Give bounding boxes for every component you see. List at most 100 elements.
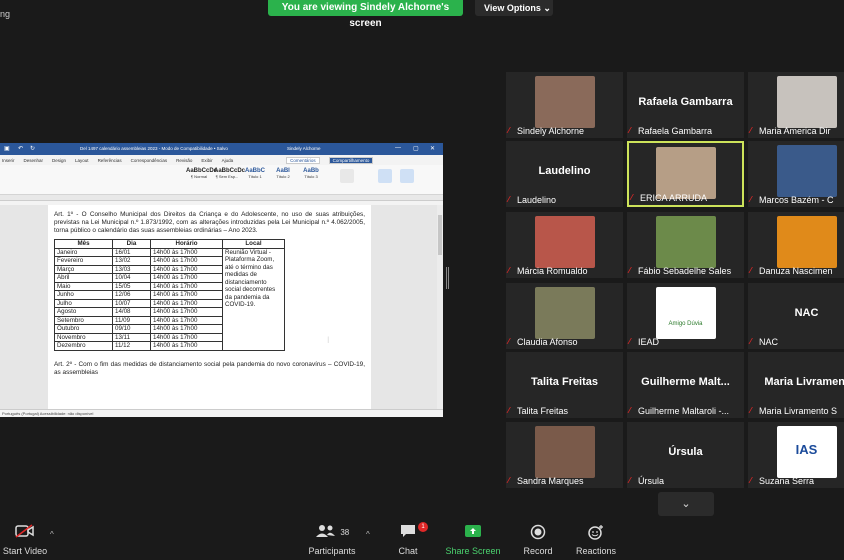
table-cell: 14h00 às 17h00	[150, 324, 223, 334]
vertical-scrollbar[interactable]	[437, 205, 443, 409]
redo-icon[interactable]: ↻	[30, 145, 35, 152]
muted-mic-icon: ⁄	[750, 476, 752, 485]
table-cell: 10/07	[112, 298, 151, 308]
start-video-button[interactable]: Start Video	[2, 524, 48, 556]
participant-tile[interactable]: Rafaela Gambarra ⁄ Rafaela Gambarra	[627, 72, 744, 138]
participant-tile[interactable]: ⁄ Fábio Sebadelhe Sales	[627, 212, 744, 278]
close-icon[interactable]: ✕	[430, 145, 435, 152]
reactions-button[interactable]: Reactions	[575, 524, 617, 556]
participants-button[interactable]: 38 Participants	[306, 524, 358, 556]
meeting-toolbar: Start Video ^ 38 Participants ^ 1 Chat S…	[0, 520, 844, 560]
table-cell: 14h00 às 17h00	[150, 247, 223, 257]
tab-desenhar[interactable]: Desenhar	[24, 158, 44, 163]
undo-icon[interactable]: ↶	[18, 145, 23, 152]
participant-video	[534, 426, 595, 478]
participant-name-tag: ⁄ Marcos Bazém - C	[750, 195, 834, 205]
table-cell: Dezembro	[54, 341, 113, 351]
muted-mic-icon: ⁄	[508, 266, 510, 275]
share-screen-button[interactable]: Share Screen	[445, 524, 501, 556]
participant-tile[interactable]: NAC ⁄ NAC	[748, 283, 844, 349]
participant-name-tag: ⁄ Suzana Serra	[750, 476, 814, 486]
participant-tile[interactable]: Amigo Dúvia ⁄ IEAD	[627, 283, 744, 349]
share-button[interactable]: Compartilhamento	[328, 156, 374, 164]
tab-revisao[interactable]: Revisão	[176, 158, 192, 163]
style-heading-1[interactable]: AaBbC Título 1	[242, 168, 268, 182]
article-1-paragraph: Art. 1º - O Conselho Municipal dos Direi…	[54, 211, 365, 234]
tab-correspondencias[interactable]: Correspondências	[131, 158, 168, 163]
muted-mic-icon: ⁄	[750, 195, 752, 204]
table-cell: 14h00 às 17h00	[150, 256, 223, 266]
dictate-icon[interactable]	[378, 169, 392, 183]
muted-mic-icon: ⁄	[750, 337, 752, 346]
participant-name-tag: ⁄ Talita Freitas	[508, 406, 568, 416]
participant-tile[interactable]: ⁄ Maria America Dir	[748, 72, 844, 138]
participant-display-name: Úrsula	[668, 446, 703, 458]
tab-ajuda[interactable]: Ajuda	[222, 158, 234, 163]
participant-display-name: Laudelino	[538, 165, 591, 177]
participant-tile[interactable]: ⁄ Claudia Afonso	[506, 283, 623, 349]
participant-name: Rafaela Gambarra	[638, 126, 713, 136]
participant-tile[interactable]: Guilherme Malt... ⁄ Guilherme Maltaroli -.…	[627, 352, 744, 418]
participant-tile[interactable]: ⁄ Sindely Alchorne	[506, 72, 623, 138]
chat-button[interactable]: 1 Chat	[392, 522, 428, 556]
participant-tile[interactable]: ⁄ Márcia Romualdo	[506, 212, 623, 278]
tab-referencias[interactable]: Referências	[98, 158, 122, 163]
video-off-icon	[2, 524, 48, 542]
participant-name: Marcos Bazém - C	[759, 195, 834, 205]
participant-tile[interactable]: Maria Livrament ⁄ Maria Livramento S	[748, 352, 844, 418]
style-heading-2[interactable]: AaBI Título 2	[270, 168, 296, 182]
participant-name: NAC	[759, 337, 779, 347]
editor-icon[interactable]	[400, 169, 414, 183]
style-label: Título 3	[304, 174, 318, 179]
style-heading-3[interactable]: AaBb Título 3	[298, 168, 324, 182]
participant-name-tag: ⁄ IEAD	[629, 337, 659, 347]
maximize-icon[interactable]: ▢	[413, 145, 419, 152]
participant-name: Maria America Dir	[759, 126, 831, 136]
shared-screen-word-document[interactable]: ▣ ↶ ↻ Del 1497 calendário assembleias 20…	[0, 143, 443, 417]
participant-video	[534, 216, 595, 268]
participant-tile[interactable]: ⁄ Danuza Nascimen	[748, 212, 844, 278]
participant-tile[interactable]: IAS ⁄ Suzana Serra	[748, 422, 844, 488]
tab-inserir[interactable]: Inserir	[2, 158, 15, 163]
record-button[interactable]: Record	[520, 524, 556, 556]
save-icon[interactable]: ▣	[4, 145, 10, 152]
tab-design[interactable]: Design	[52, 158, 66, 163]
participant-name-tag: ⁄ ERICA ARRUDA	[631, 193, 707, 203]
scrollbar-thumb[interactable]	[438, 215, 442, 255]
style-normal[interactable]: AaBbCcDc ¶ Normal	[186, 168, 217, 182]
style-no-spacing[interactable]: AaBbCcDc ¶ Sem Esp...	[214, 168, 245, 182]
participant-tile[interactable]: Laudelino ⁄ Laudelino	[506, 141, 623, 207]
participant-tile[interactable]: Talita Freitas ⁄ Talita Freitas	[506, 352, 623, 418]
participant-tile[interactable]: ⁄ Sandra Marques	[506, 422, 623, 488]
participant-tile[interactable]: Úrsula ⁄ Úrsula	[627, 422, 744, 488]
tab-layout[interactable]: Layout	[75, 158, 89, 163]
find-icon[interactable]	[340, 169, 354, 183]
muted-mic-icon: ⁄	[629, 337, 631, 346]
participant-tile[interactable]: ⁄ ERICA ARRUDA	[627, 141, 744, 207]
chevron-up-icon[interactable]: ^	[366, 530, 370, 539]
document-page[interactable]: Art. 1º - O Conselho Municipal dos Direi…	[48, 205, 371, 409]
style-label: ¶ Sem Esp...	[215, 174, 239, 179]
split-resize-handle[interactable]	[446, 267, 449, 289]
chevron-up-icon[interactable]: ^	[50, 530, 54, 539]
view-options-button[interactable]: View Options ⌄	[475, 0, 553, 16]
participant-name: Márcia Romualdo	[517, 266, 588, 276]
table-cell: 10/04	[112, 273, 151, 283]
tab-exibir[interactable]: Exibir	[201, 158, 212, 163]
muted-mic-icon: ⁄	[750, 126, 752, 135]
minimize-icon[interactable]: —	[395, 145, 401, 151]
participant-name-tag: ⁄ Maria Livramento S	[750, 406, 837, 416]
table-cell: 14/08	[112, 307, 151, 317]
reactions-label: Reactions	[575, 546, 617, 556]
participant-tile[interactable]: ⁄ Marcos Bazém - C	[748, 141, 844, 207]
participant-name-tag: ⁄ Danuza Nascimen	[750, 266, 833, 276]
participant-display-name: NAC	[794, 307, 819, 319]
table-cell: 14h00 às 17h00	[150, 298, 223, 308]
participant-display-name: Rafaela Gambarra	[638, 96, 733, 108]
muted-mic-icon: ⁄	[629, 476, 631, 485]
table-cell: 14h00 às 17h00	[150, 281, 223, 291]
gallery-next-page-button[interactable]: ⌄	[658, 492, 714, 516]
participant-name: Suzana Serra	[759, 476, 815, 486]
comments-button[interactable]: Comentários	[286, 156, 320, 164]
table-cell: 14h00 às 17h00	[150, 315, 223, 325]
